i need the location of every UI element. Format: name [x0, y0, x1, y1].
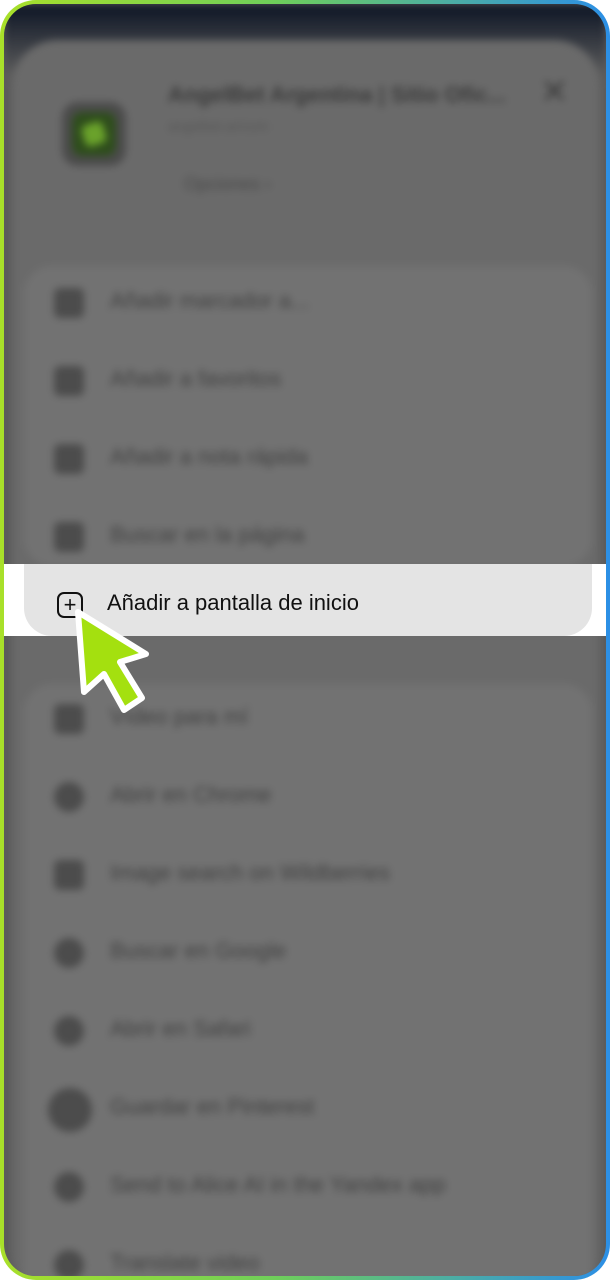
menu-item-translate-video[interactable]: Translate video — [24, 1236, 592, 1276]
menu-item-save-pinterest[interactable]: Guardar en Pinterest — [24, 1080, 592, 1136]
book-icon — [54, 288, 84, 318]
pinterest-icon — [48, 1088, 92, 1132]
site-url: angelbet.ar/com — [168, 118, 269, 134]
alice-icon — [54, 1172, 84, 1202]
menu-item-find-in-page[interactable]: Buscar en la página — [24, 508, 592, 564]
menu-item-label: Translate video — [110, 1250, 260, 1275]
close-icon[interactable]: ✕ — [540, 72, 569, 112]
menu-item-label: Añadir marcador a... — [110, 288, 310, 313]
menu-item-label: Añadir a nota rápida — [110, 444, 309, 469]
menu-item-label: Añadir a favoritos — [110, 366, 282, 391]
menu-item-add-bookmark[interactable]: Añadir marcador a... — [24, 274, 592, 330]
menu-item-label: Buscar en la página — [110, 522, 305, 547]
menu-item-add-favorites[interactable]: Añadir a favoritos — [24, 352, 592, 408]
star-icon — [54, 366, 84, 396]
find-in-page-icon — [54, 522, 84, 552]
menu-item-image-search[interactable]: Image search on Wildberries — [24, 846, 592, 902]
note-icon — [54, 444, 84, 474]
safari-icon — [54, 1016, 84, 1046]
cursor-arrow-icon — [75, 609, 149, 713]
menu-item-search-google[interactable]: Buscar en Google — [24, 924, 592, 980]
menu-item-send-alice[interactable]: Send to Alice AI in the Yandex app — [24, 1158, 592, 1214]
menu-item-label: Abrir en Chrome — [110, 782, 272, 807]
translate-icon — [54, 1250, 84, 1276]
menu-item-label: Abrir en Safari — [110, 1016, 251, 1041]
menu-card-top: Añadir marcador a... Añadir a favoritos … — [24, 266, 592, 566]
menu-item-open-safari[interactable]: Abrir en Safari — [24, 1002, 592, 1058]
menu-card-bottom: Vídeo para mí Abrir en Chrome Image sear… — [24, 684, 592, 1276]
menu-item-label: Guardar en Pinterest — [110, 1094, 315, 1119]
options-label: Opciones — [184, 174, 261, 194]
menu-item-label: Image search on Wildberries — [110, 860, 391, 885]
options-button[interactable]: Opciones › — [184, 174, 271, 195]
chrome-icon — [54, 782, 84, 812]
menu-item-add-quick-note[interactable]: Añadir a nota rápida — [24, 430, 592, 486]
menu-item-label: Send to Alice AI in the Yandex app — [110, 1172, 446, 1197]
image-search-icon — [54, 860, 84, 890]
site-title: AngelBet Argentina | Sitio Ofic... — [168, 82, 506, 107]
google-icon — [54, 938, 84, 968]
menu-item-label: Buscar en Google — [110, 938, 287, 963]
site-favicon — [62, 102, 126, 166]
menu-item-open-chrome[interactable]: Abrir en Chrome — [24, 768, 592, 824]
